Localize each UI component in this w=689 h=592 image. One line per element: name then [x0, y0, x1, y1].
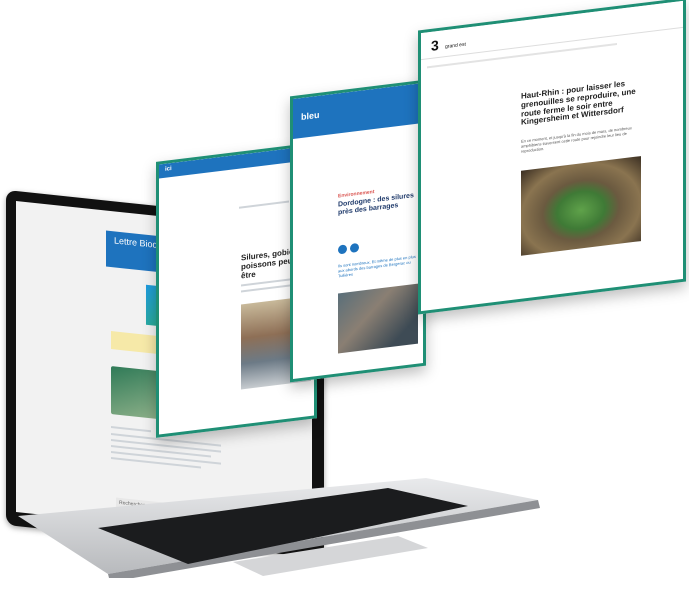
- turtle-photo: [111, 366, 161, 420]
- article-card-3: 3 grand est Haut-Rhin : pour laisser les…: [418, 0, 686, 315]
- share-icon[interactable]: [338, 244, 347, 255]
- facebook-icon[interactable]: [350, 242, 359, 253]
- laptop-base: [18, 478, 540, 578]
- article-card-2: bleu Environnement Dordogne : des silure…: [290, 79, 426, 383]
- headline: Haut-Rhin : pour laisser les grenouilles…: [521, 79, 636, 128]
- teaser: Ils sont nombreux. Et même de plus en pl…: [338, 253, 416, 279]
- site-header: bleu: [293, 83, 423, 139]
- teaser: En ce moment, et jusqu'à la fin du mois …: [521, 125, 632, 155]
- frog-photo: [521, 156, 641, 256]
- hero-illustration: Lettre Biodiversité Rechercher ici Silur…: [0, 0, 689, 592]
- article-photo: [338, 283, 418, 354]
